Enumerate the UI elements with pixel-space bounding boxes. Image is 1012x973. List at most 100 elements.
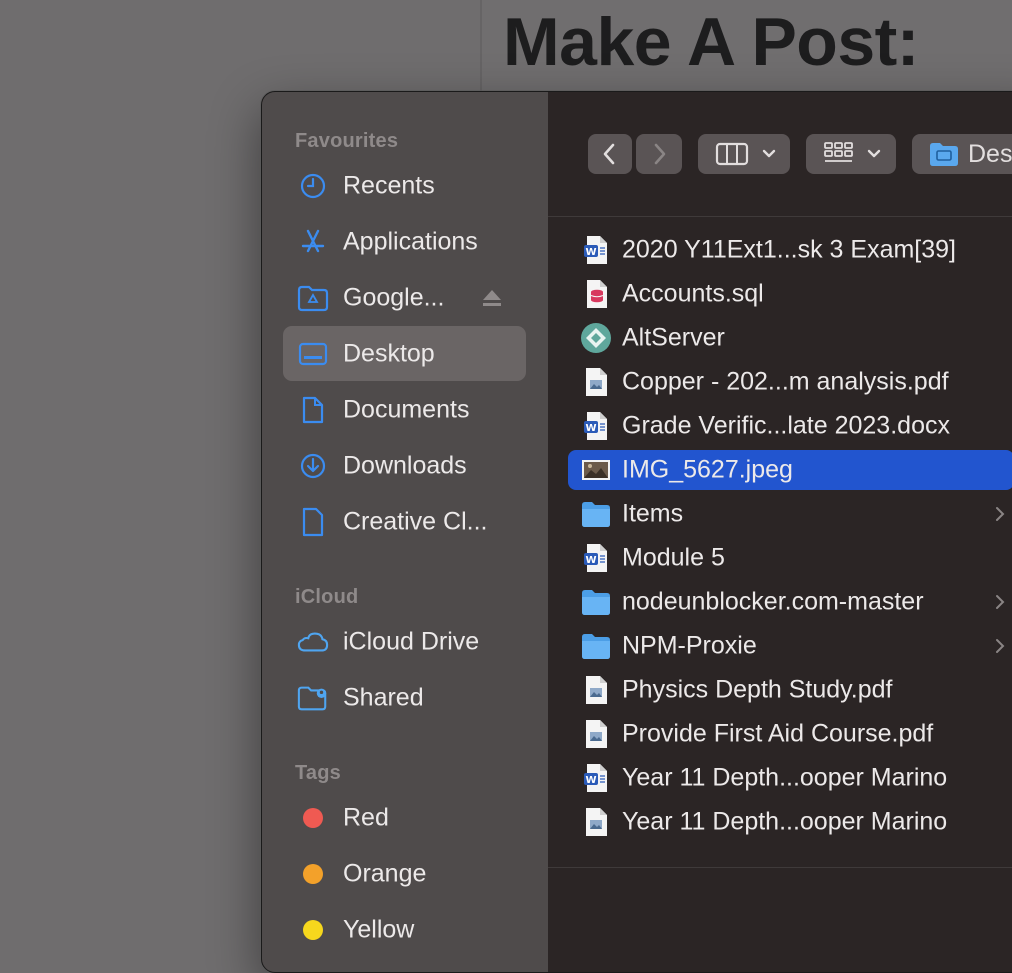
sidebar-tag-yellow[interactable]: Yellow xyxy=(283,902,526,957)
sidebar-item-label: Shared xyxy=(343,683,424,711)
cloud-icon xyxy=(297,626,329,658)
svg-text:W: W xyxy=(585,247,596,258)
file-name: Provide First Aid Course.pdf xyxy=(622,719,934,748)
file-name: IMG_5627.jpeg xyxy=(622,455,793,484)
sidebar-item-desktop[interactable]: Desktop xyxy=(283,326,526,381)
file-row[interactable]: Provide First Aid Course.pdf xyxy=(568,714,1012,754)
tag-dot-icon xyxy=(297,802,329,834)
sidebar-item-recents[interactable]: Recents xyxy=(283,158,526,213)
svg-text:W: W xyxy=(585,555,596,566)
file-row[interactable]: W 2020 Y11Ext1...sk 3 Exam[39] xyxy=(568,230,1012,270)
sidebar-item-downloads[interactable]: Downloads xyxy=(283,438,526,493)
pdf-file-icon xyxy=(580,718,612,750)
toolbar-divider xyxy=(548,216,1012,217)
chevron-right-icon xyxy=(654,143,666,165)
chevron-right-icon xyxy=(994,506,1006,522)
word-document-icon: W xyxy=(580,234,612,266)
eject-icon[interactable] xyxy=(481,287,503,309)
sql-file-icon xyxy=(580,278,612,310)
word-document-icon: W xyxy=(580,542,612,574)
sidebar-item-label: Orange xyxy=(343,859,427,887)
shared-folder-icon xyxy=(297,682,329,714)
sidebar-item-label: Google... xyxy=(343,283,445,311)
word-document-icon: W xyxy=(580,410,612,442)
section-title-icloud: iCloud xyxy=(295,586,359,608)
file-name: Grade Verific...late 2023.docx xyxy=(622,411,950,440)
back-button[interactable] xyxy=(588,134,632,174)
image-file-icon xyxy=(580,454,612,486)
file-name: nodeunblocker.com-master xyxy=(622,587,924,616)
folder-icon xyxy=(580,498,612,530)
location-label: Des xyxy=(968,140,1012,168)
pdf-file-icon xyxy=(580,366,612,398)
word-document-icon: W xyxy=(580,762,612,794)
file-name: Year 11 Depth...ooper Marino xyxy=(622,763,948,792)
view-mode-button[interactable] xyxy=(698,134,790,174)
chevron-right-icon xyxy=(994,638,1006,654)
file-row[interactable]: nodeunblocker.com-master xyxy=(568,582,1012,622)
sidebar-item-documents[interactable]: Documents xyxy=(283,382,526,437)
section-title-tags: Tags xyxy=(295,762,341,784)
chevron-left-icon xyxy=(603,143,615,165)
folder-icon xyxy=(580,586,612,618)
file-row-selected[interactable]: IMG_5627.jpeg xyxy=(568,450,1012,490)
section-title-favourites: Favourites xyxy=(295,130,399,152)
file-name: Module 5 xyxy=(622,543,725,572)
page-heading: Make A Post: xyxy=(503,4,919,80)
sidebar-item-label: Recents xyxy=(343,171,435,199)
chevron-right-icon xyxy=(994,594,1006,610)
sidebar-item-icloud-drive[interactable]: iCloud Drive xyxy=(283,614,526,669)
file-row[interactable]: Copper - 202...m analysis.pdf xyxy=(568,362,1012,402)
list-bottom-divider xyxy=(548,867,1012,868)
pdf-file-icon xyxy=(580,806,612,838)
sidebar-item-label: Red xyxy=(343,803,389,831)
sidebar-item-label: iCloud Drive xyxy=(343,627,480,655)
tag-dot-icon xyxy=(297,914,329,946)
location-popup[interactable]: Des xyxy=(912,134,1012,174)
sidebar-item-google-drive[interactable]: Google... xyxy=(283,270,526,325)
sidebar-item-label: Downloads xyxy=(343,451,467,479)
group-by-button[interactable] xyxy=(806,134,896,174)
file-row[interactable]: W Module 5 xyxy=(568,538,1012,578)
sidebar-item-applications[interactable]: Applications xyxy=(283,214,526,269)
sidebar-item-label: Documents xyxy=(343,395,470,423)
file-name: NPM-Proxie xyxy=(622,631,757,660)
file-name: AltServer xyxy=(622,323,725,352)
forward-button[interactable] xyxy=(636,134,682,174)
file-name: 2020 Y11Ext1...sk 3 Exam[39] xyxy=(622,235,956,264)
sidebar-item-label: Desktop xyxy=(343,339,435,367)
file-row[interactable]: Year 11 Depth...ooper Marino xyxy=(568,802,1012,842)
file-picker-dialog: Favourites Recents Applications Google..… xyxy=(261,91,1012,973)
sidebar-tag-orange[interactable]: Orange xyxy=(283,846,526,901)
sidebar-tag-red[interactable]: Red xyxy=(283,790,526,845)
svg-text:W: W xyxy=(585,775,596,786)
file-icon xyxy=(297,506,329,538)
sidebar-item-label: Creative Cl... xyxy=(343,507,488,535)
file-name: Items xyxy=(622,499,684,528)
file-row[interactable]: AltServer xyxy=(568,318,1012,358)
tag-dot-icon xyxy=(297,858,329,890)
file-name: Accounts.sql xyxy=(622,279,764,308)
download-icon xyxy=(297,450,329,482)
file-row[interactable]: W Year 11 Depth...ooper Marino xyxy=(568,758,1012,798)
google-drive-folder-icon xyxy=(297,282,329,314)
file-row[interactable]: Accounts.sql xyxy=(568,274,1012,314)
clock-icon xyxy=(297,170,329,202)
columns-view-icon xyxy=(715,142,776,166)
file-name: Year 11 Depth...ooper Marino xyxy=(622,807,948,836)
desktop-icon xyxy=(297,338,329,370)
sidebar-item-label: Applications xyxy=(343,227,478,255)
file-row[interactable]: Physics Depth Study.pdf xyxy=(568,670,1012,710)
altserver-app-icon xyxy=(580,322,612,354)
folder-icon xyxy=(580,630,612,662)
document-icon xyxy=(297,394,329,426)
sidebar: Favourites Recents Applications Google..… xyxy=(262,92,548,972)
file-row[interactable]: NPM-Proxie xyxy=(568,626,1012,666)
sidebar-item-shared[interactable]: Shared xyxy=(283,670,526,725)
pdf-file-icon xyxy=(580,674,612,706)
file-row[interactable]: Items xyxy=(568,494,1012,534)
file-row[interactable]: W Grade Verific...late 2023.docx xyxy=(568,406,1012,446)
desktop-folder-icon xyxy=(928,140,960,173)
sidebar-item-label: Yellow xyxy=(343,915,415,943)
sidebar-item-creative-cloud[interactable]: Creative Cl... xyxy=(283,494,526,549)
